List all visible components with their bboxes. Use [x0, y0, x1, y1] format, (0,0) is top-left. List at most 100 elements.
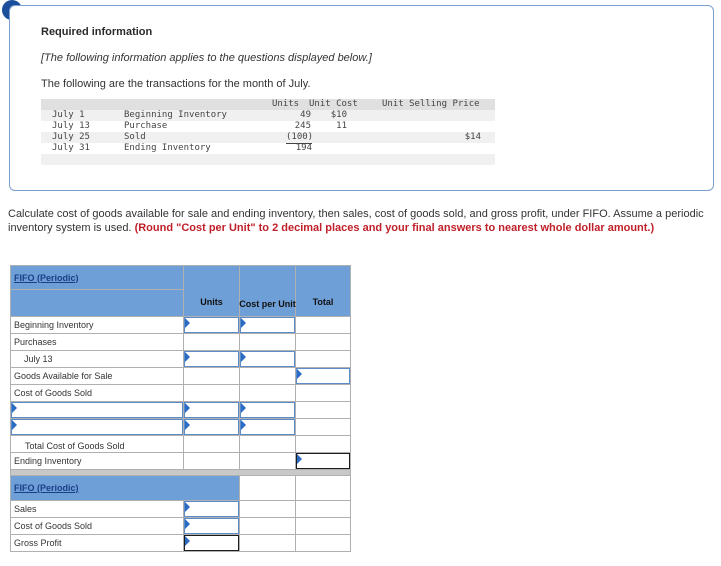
cell-empty	[295, 534, 351, 552]
input-cogs-line-2-label[interactable]	[11, 419, 183, 435]
tx-date: July 31	[52, 143, 90, 153]
header-spacer	[10, 289, 184, 317]
input-flag-icon	[297, 369, 302, 379]
question-text: Calculate cost of goods available for sa…	[8, 207, 713, 235]
input-sales[interactable]	[184, 501, 239, 517]
required-info-panel: Required information [The following info…	[9, 5, 714, 191]
cell-empty	[183, 333, 240, 351]
cell-empty	[295, 350, 351, 368]
tx-date: July 1	[52, 110, 85, 120]
row-total-cogs: Total Cost of Goods Sold	[10, 435, 184, 453]
input-flag-icon	[185, 403, 190, 413]
input-j13-cpu[interactable]	[240, 351, 295, 367]
tx-desc: Beginning Inventory	[124, 110, 227, 120]
row-cost-of-goods-sold: Cost of Goods Sold	[10, 384, 184, 402]
tx-units: 49	[300, 110, 311, 120]
cell-empty	[239, 500, 296, 518]
row-gross-profit: Gross Profit	[10, 534, 184, 552]
cell-empty	[239, 517, 296, 535]
header-units-cell	[183, 265, 240, 317]
cell-empty	[183, 452, 240, 470]
input-gross-profit[interactable]	[184, 535, 239, 551]
info-intro: The following are the transactions for t…	[41, 78, 311, 90]
input-flag-icon	[185, 502, 190, 512]
cell-empty	[239, 333, 296, 351]
row-july-13: July 13	[10, 350, 184, 368]
transaction-row: July 31 Ending Inventory 194	[41, 143, 495, 157]
row-sales: Sales	[10, 500, 184, 518]
transaction-row: July 1 Beginning Inventory 49 $10	[41, 110, 495, 121]
cell-empty	[239, 475, 296, 501]
input-flag-icon	[185, 519, 190, 529]
cell-empty	[183, 435, 240, 453]
cell-empty	[239, 452, 296, 470]
tx-date: July 25	[52, 132, 90, 142]
input-flag-icon	[185, 352, 190, 362]
input-flag-icon	[241, 318, 246, 328]
input-cogs-line-1-label[interactable]	[11, 402, 183, 418]
input-bi-units[interactable]	[184, 317, 239, 333]
header-unit-selling-price: Unit Selling Price	[382, 99, 480, 109]
input-flag-icon	[241, 403, 246, 413]
question-emphasis: (Round "Cost per Unit" to 2 decimal plac…	[134, 222, 655, 234]
row-purchases: Purchases	[10, 333, 184, 351]
row-beginning-inventory: Beginning Inventory	[10, 316, 184, 334]
input-cogs-line-2-cpu[interactable]	[240, 419, 295, 435]
info-title: Required information	[41, 26, 153, 38]
input-bi-cpu[interactable]	[240, 317, 295, 333]
column-total: Total	[312, 297, 334, 307]
transaction-row: July 13 Purchase 245 11	[41, 121, 495, 132]
cell-empty	[183, 384, 240, 402]
column-units: Units	[200, 297, 223, 307]
input-flag-icon	[185, 318, 190, 328]
tx-date: July 13	[52, 121, 90, 131]
info-note: [The following information applies to th…	[41, 52, 372, 64]
input-ei-total[interactable]	[296, 453, 350, 469]
cell-empty	[295, 333, 351, 351]
cell-empty	[239, 435, 296, 453]
input-cogs-2[interactable]	[184, 518, 239, 534]
table-footer-band	[41, 154, 495, 165]
section-title-fifo: FIFO (Periodic)	[10, 265, 184, 290]
input-flag-icon	[297, 454, 302, 464]
cell-empty	[295, 435, 351, 453]
input-gafs-total[interactable]	[296, 368, 350, 384]
tx-unit-cost: 11	[336, 121, 347, 131]
section-title-fifo-2: FIFO (Periodic)	[10, 475, 240, 501]
cell-bi-total	[295, 316, 351, 334]
cell-empty	[295, 475, 351, 501]
input-flag-icon	[12, 420, 17, 430]
input-flag-icon	[185, 536, 190, 546]
tx-selling-price: $14	[464, 132, 481, 142]
transactions-table: Units Unit Cost Unit Selling Price July …	[41, 99, 495, 165]
cell-empty	[295, 500, 351, 518]
row-goods-available: Goods Available for Sale	[10, 367, 184, 385]
header-units: Units	[272, 99, 300, 109]
input-cogs-line-2-units[interactable]	[184, 419, 239, 435]
header-unit-cost: Unit Cost	[309, 99, 358, 109]
tx-desc: Purchase	[124, 121, 168, 131]
row-ending-inventory: Ending Inventory	[10, 452, 184, 470]
tx-unit-cost: $10	[330, 110, 347, 120]
tx-units: 245	[294, 121, 311, 131]
cell-empty	[295, 401, 351, 419]
cell-empty	[239, 384, 296, 402]
cell-empty	[295, 517, 351, 535]
cell-empty	[239, 534, 296, 552]
header-total-cell	[295, 265, 351, 317]
input-flag-icon	[241, 352, 246, 362]
input-flag-icon	[241, 420, 246, 430]
input-cogs-line-1-cpu[interactable]	[240, 402, 295, 418]
tx-desc: Sold	[124, 132, 146, 142]
cell-empty	[295, 384, 351, 402]
cell-empty	[183, 367, 240, 385]
row-cogs-2: Cost of Goods Sold	[10, 517, 184, 535]
tx-desc: Ending Inventory	[124, 143, 211, 153]
column-cost-per-unit: Cost per Unit	[239, 299, 296, 309]
cell-empty	[239, 367, 296, 385]
cell-empty	[295, 418, 351, 436]
input-flag-icon	[12, 403, 17, 413]
input-j13-units[interactable]	[184, 351, 239, 367]
input-cogs-line-1-units[interactable]	[184, 402, 239, 418]
transaction-row: July 25 Sold (100) $14	[41, 132, 495, 144]
